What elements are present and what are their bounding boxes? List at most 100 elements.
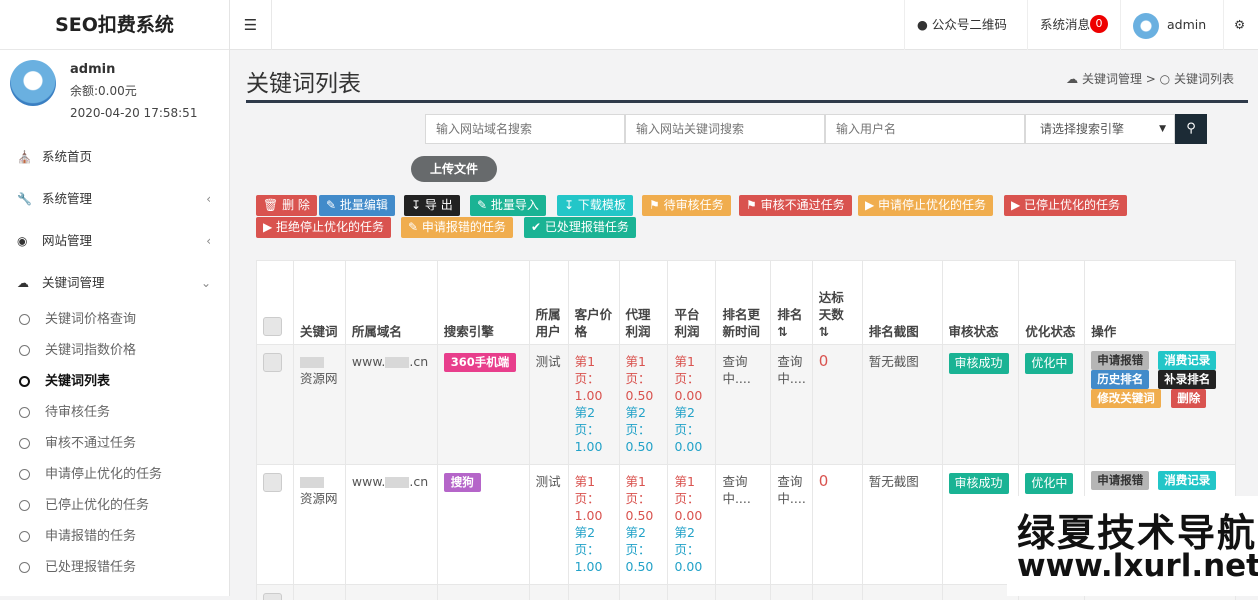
error-report-tasks-button[interactable]: ✎ 申请报错的任务 <box>401 217 513 238</box>
search-icon: ⚲ <box>1186 121 1196 136</box>
report-error-button[interactable]: 申请报错 <box>1091 351 1149 370</box>
price-cell <box>568 585 619 600</box>
edit-keyword-button[interactable]: 修改关键词 <box>1091 389 1161 408</box>
consumption-record-button[interactable]: 消费记录 <box>1158 351 1216 370</box>
col-header-sortable[interactable]: 排名 ⇅ <box>771 261 812 345</box>
nav-item-home[interactable]: ⛪ 系统首页 <box>0 136 229 178</box>
btn-label: 删 除 <box>282 198 310 212</box>
subnav-item-active[interactable]: 关键词列表 <box>0 366 229 397</box>
col-header-sortable[interactable]: 达标天数 ⇅ <box>812 261 862 345</box>
history-rank-button[interactable]: 历史排名 <box>1091 370 1149 389</box>
btn-label: 待审核任务 <box>664 198 724 212</box>
screenshot-cell: 暂无截图 <box>862 465 942 585</box>
topbar: ☰ ● 公众号二维码 系统消息0 admin ⚙ <box>230 0 1258 50</box>
cloud-icon: ☁ <box>1066 72 1078 86</box>
consumption-record-button[interactable]: 消费记录 <box>1158 471 1216 490</box>
stop-request-tasks-button[interactable]: ▶ 申请停止优化的任务 <box>858 195 993 216</box>
qrcode-link[interactable]: ● 公众号二维码 <box>904 0 1029 50</box>
subnav-item[interactable]: 已处理报错任务 <box>0 552 229 583</box>
keyword-text: 资源网 <box>300 491 338 506</box>
profile-datetime: 2020-04-20 17:58:51 <box>70 106 229 120</box>
screenshot-cell <box>862 585 942 600</box>
optimize-status-badge: 优化中 <box>1025 353 1073 374</box>
subnav-item[interactable]: 申请停止优化的任务 <box>0 459 229 490</box>
btn-label: 导 出 <box>425 198 453 212</box>
row-actions: 申请报错 消费记录 历史排名 补录排名 修改关键词 删除 <box>1091 353 1229 413</box>
price-page2: 第2页：1.00 <box>575 404 613 455</box>
select-all-cell <box>257 261 294 345</box>
avatar[interactable] <box>10 60 56 106</box>
col-header[interactable]: 排名更新时间 <box>716 261 771 345</box>
delete-button[interactable]: 🗑 删 除 <box>256 195 317 216</box>
upload-file-button[interactable]: 上传文件 <box>411 156 497 182</box>
days-cell: 0 <box>812 345 862 465</box>
keyword-text: 资源网 <box>300 371 338 386</box>
stopped-tasks-button[interactable]: ▶ 已停止优化的任务 <box>1004 195 1127 216</box>
price-page1: 第1页：1.00 <box>575 353 613 404</box>
add-rank-button[interactable]: 补录排名 <box>1158 370 1216 389</box>
domain-cell: www..cn <box>345 465 437 585</box>
batch-edit-button[interactable]: ✎ 批量编辑 <box>319 195 395 216</box>
subnav-item[interactable]: 已停止优化的任务 <box>0 490 229 521</box>
delete-row-button[interactable]: 删除 <box>1171 389 1206 408</box>
col-header: 平台利润 <box>668 261 716 345</box>
rejected-tasks-button[interactable]: ⚑ 审核不通过任务 <box>739 195 852 216</box>
subnav-item[interactable]: 关键词价格查询 <box>0 304 229 335</box>
breadcrumb-parent[interactable]: 关键词管理 <box>1082 72 1142 86</box>
menu-toggle-icon[interactable]: ☰ <box>230 0 272 50</box>
keyword-cell <box>293 585 345 600</box>
screenshot-cell: 暂无截图 <box>862 345 942 465</box>
engine-select[interactable]: 请选择搜索引擎▼ <box>1025 114 1175 144</box>
subnav-item[interactable]: 待审核任务 <box>0 397 229 428</box>
nav-item-website[interactable]: ◉ 网站管理 ‹ <box>0 220 229 262</box>
agent-page1: 第1页：0.50 <box>626 473 662 524</box>
nav-item-system[interactable]: 🔧 系统管理 ‹ <box>0 178 229 220</box>
btn-label: 下载模板 <box>578 198 626 212</box>
table-header-row: 关键词 所属域名 搜索引擎 所属用户 客户价格 代理利润 平台利润 排名更新时间… <box>257 261 1236 345</box>
redacted-block <box>300 357 324 368</box>
subnav-item[interactable]: 申请报错的任务 <box>0 521 229 552</box>
messages-link[interactable]: 系统消息0 <box>1027 0 1122 50</box>
select-all-checkbox[interactable] <box>263 317 282 336</box>
watermark-url: www.lxurl.net <box>1017 548 1258 584</box>
domain-cell <box>345 585 437 600</box>
col-header: 操作 <box>1085 261 1236 345</box>
keyword-cell: 资源网 <box>293 345 345 465</box>
col-header: 客户价格 <box>568 261 619 345</box>
user-menu[interactable]: admin <box>1120 0 1225 50</box>
subnav-item[interactable]: 审核不通过任务 <box>0 428 229 459</box>
sort-icon: ⇅ <box>819 324 829 339</box>
redacted-block <box>385 357 409 368</box>
download-template-button[interactable]: ↧ 下载模板 <box>557 195 633 216</box>
platform-cell: 第1页：0.00第2页：0.00 <box>668 465 716 585</box>
handled-error-tasks-button[interactable]: ✔ 已处理报错任务 <box>524 217 636 238</box>
qrcode-label: 公众号二维码 <box>932 17 1007 32</box>
row-checkbox[interactable] <box>263 353 282 372</box>
nav-item-keywords[interactable]: ☁ 关键词管理 ⌄ <box>0 262 229 304</box>
page-title: 关键词列表 <box>246 64 361 98</box>
refused-stop-tasks-button[interactable]: ▶ 拒绝停止优化的任务 <box>256 217 391 238</box>
domain-search-input[interactable] <box>425 114 625 144</box>
circle-icon: ◉ <box>17 220 27 262</box>
export-button[interactable]: ↧ 导 出 <box>404 195 460 216</box>
circle-icon <box>19 438 30 449</box>
subnav-label: 已处理报错任务 <box>45 560 136 575</box>
platform-cell: 第1页：0.00第2页：0.00 <box>668 345 716 465</box>
audit-status-badge: 审核成功 <box>949 473 1009 494</box>
search-button[interactable]: ⚲ <box>1175 114 1207 144</box>
watermark: 绿夏技术导航 www.lxurl.net <box>1007 496 1258 596</box>
row-checkbox[interactable] <box>263 473 282 492</box>
col-header-label: 达标天数 <box>819 290 844 322</box>
col-header: 排名截图 <box>862 261 942 345</box>
price-cell: 第1页：1.00第2页：1.00 <box>568 345 619 465</box>
subnav-item[interactable]: 关键词指数价格 <box>0 335 229 366</box>
user-search-input[interactable] <box>825 114 1025 144</box>
settings-icon[interactable]: ⚙ <box>1223 0 1258 50</box>
platform-page2: 第2页：0.00 <box>674 524 709 575</box>
batch-import-button[interactable]: ✎ 批量导入 <box>470 195 546 216</box>
row-checkbox[interactable] <box>263 593 282 600</box>
col-header: 关键词 <box>293 261 345 345</box>
pending-tasks-button[interactable]: ⚑ 待审核任务 <box>642 195 731 216</box>
keyword-search-input[interactable] <box>625 114 825 144</box>
report-error-button[interactable]: 申请报错 <box>1091 471 1149 490</box>
